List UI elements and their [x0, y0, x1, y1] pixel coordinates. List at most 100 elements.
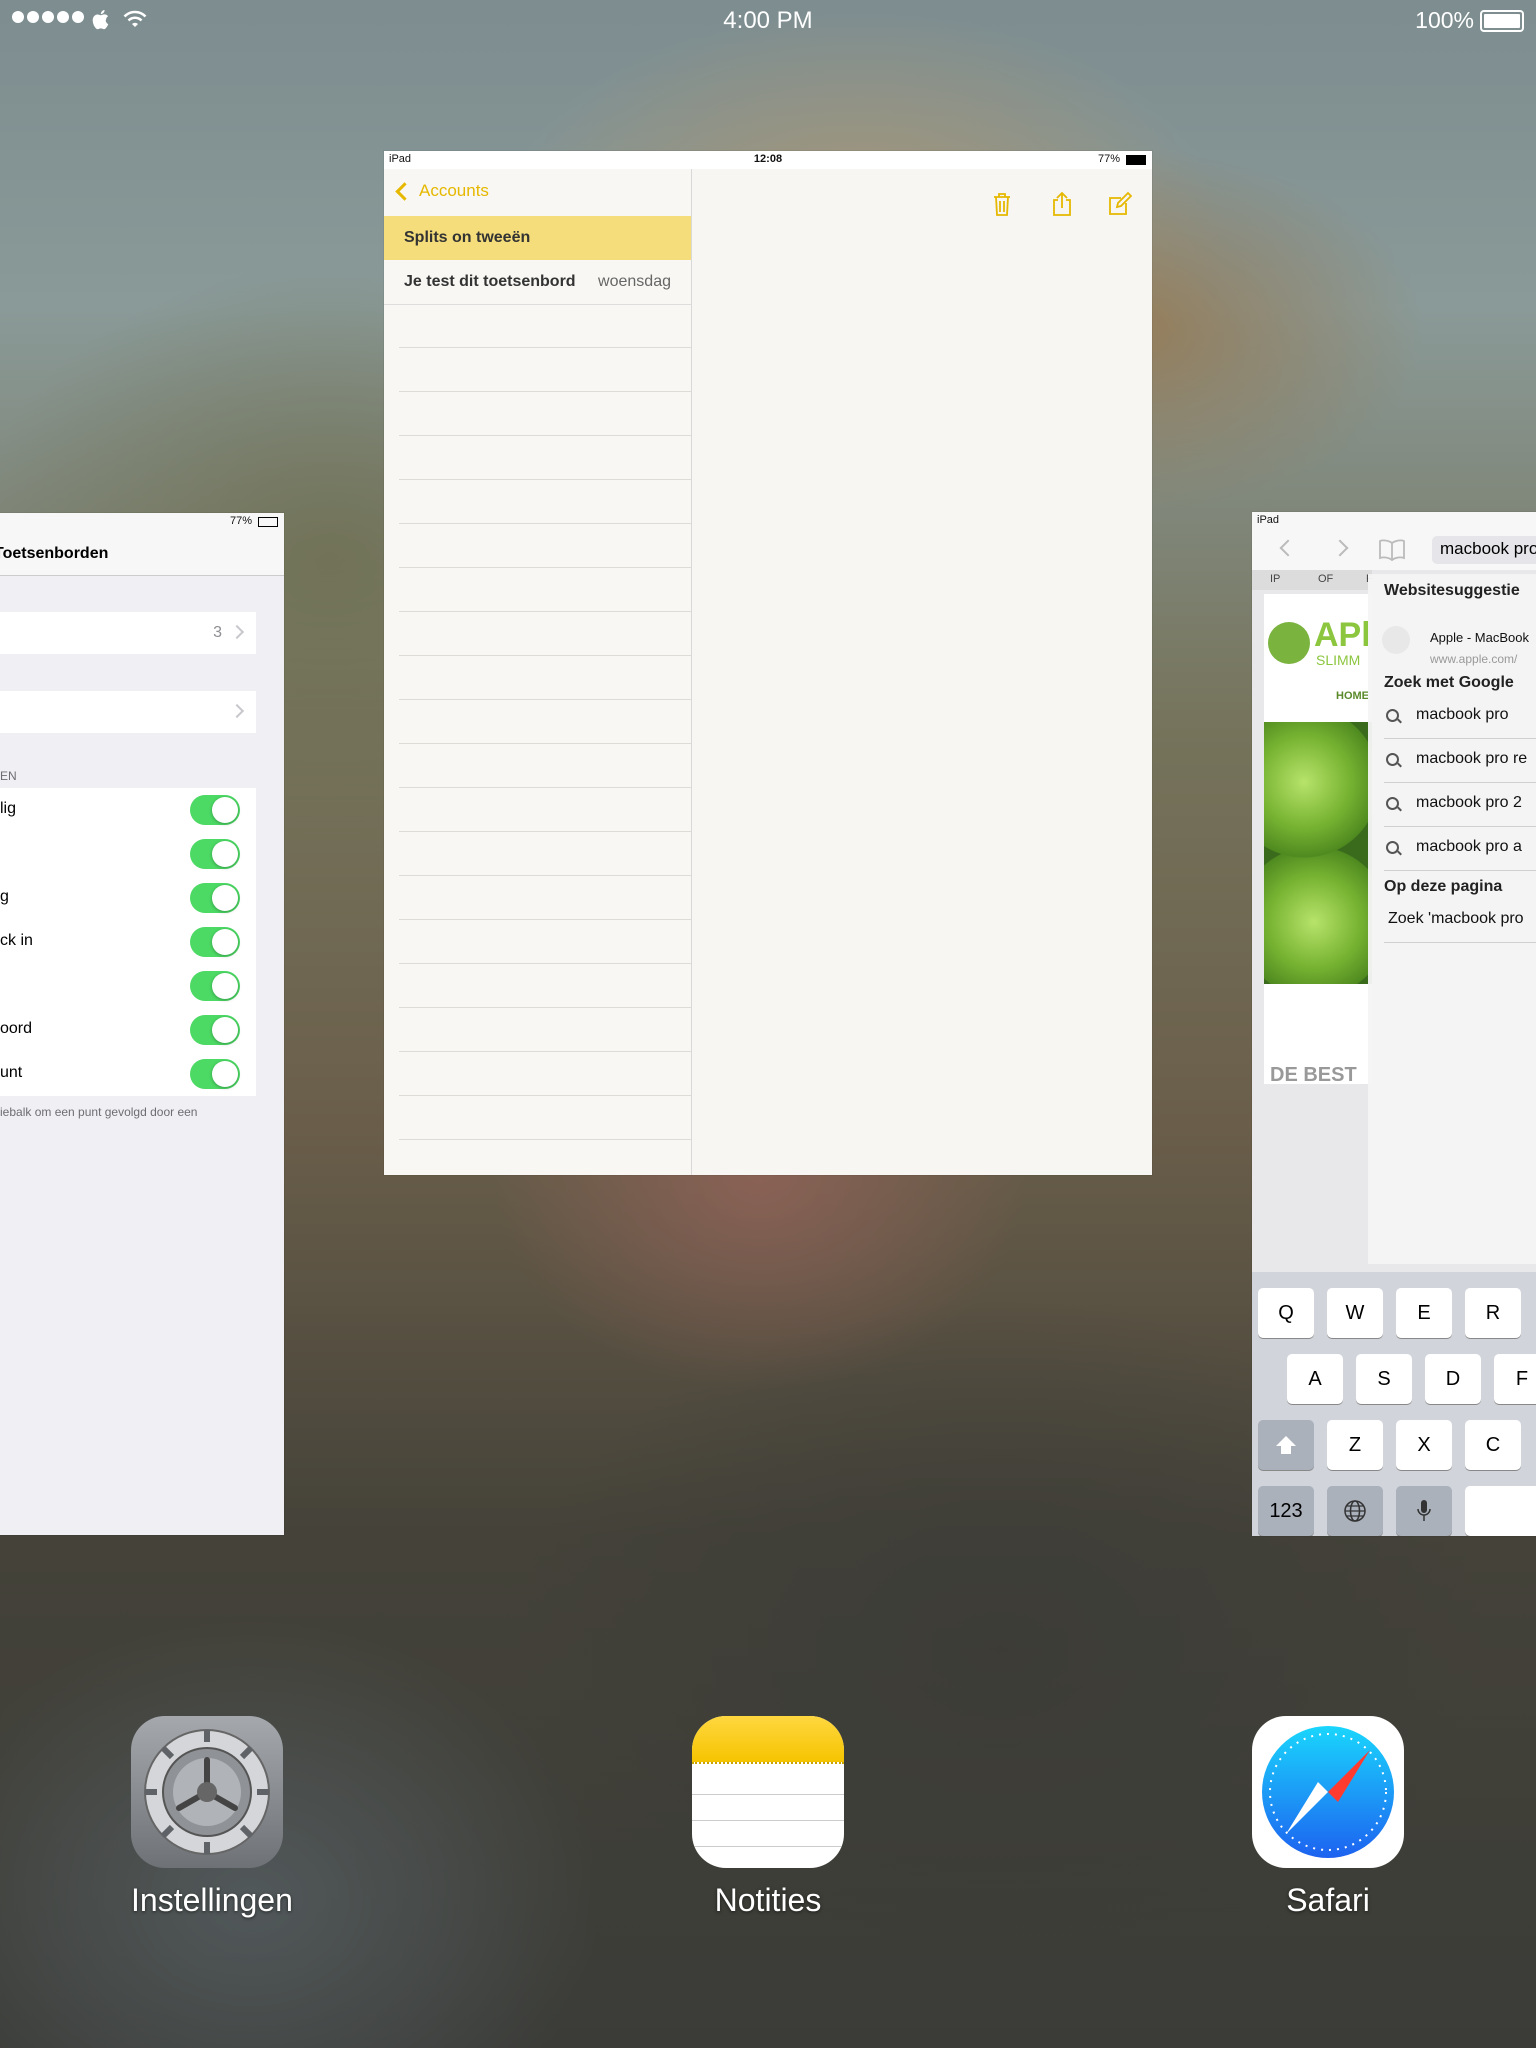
microphone-icon — [1417, 1500, 1431, 1521]
safari-compass-icon — [1252, 1716, 1404, 1868]
battery-percent: 100% — [1415, 7, 1474, 33]
status-bar: 4:00 PM 100% — [0, 0, 1536, 40]
app-settings[interactable]: Instellingen — [131, 1716, 293, 1919]
toggle-row — [0, 832, 256, 876]
mini-battery-percent: 77% — [1097, 153, 1120, 165]
notes-app-card[interactable]: iPad 12:08 77% Accounts Splits on tweeën… — [384, 151, 1152, 1175]
mini-time: 12:08 — [753, 153, 783, 165]
toggle-row: lig — [0, 788, 256, 832]
toggle-row: unt — [0, 1052, 256, 1096]
dictation-key[interactable] — [1396, 1486, 1452, 1536]
search-icon — [1386, 709, 1399, 722]
notes-list-nav: Accounts — [384, 169, 691, 215]
mini-device-label: iPad — [1257, 514, 1280, 526]
accounts-back-button[interactable]: Accounts — [395, 181, 489, 201]
battery-status: 100% — [1415, 7, 1524, 34]
settings-keyboards-row[interactable]: 3 — [0, 612, 256, 654]
trash-icon[interactable] — [990, 191, 1014, 217]
toggle-switch[interactable] — [190, 971, 240, 1001]
chevron-left-icon — [395, 181, 414, 201]
google-suggestion[interactable]: macbook pro a — [1384, 826, 1536, 871]
app-notes[interactable]: Notities — [692, 1716, 844, 1919]
green-apples-image — [1264, 722, 1372, 984]
note-item-selected[interactable]: Splits on tweeën — [384, 216, 691, 260]
key-f[interactable]: F — [1494, 1354, 1536, 1404]
bookmarks-icon[interactable] — [1378, 538, 1406, 562]
safari-mini-status: iPad — [1252, 512, 1536, 530]
site-suggestion-title[interactable]: Apple - MacBook — [1430, 630, 1529, 645]
note-detail-pane[interactable] — [692, 169, 1152, 1175]
search-icon — [1386, 841, 1399, 854]
globe-key[interactable] — [1327, 1486, 1383, 1536]
toggle-switch[interactable] — [190, 927, 240, 957]
app-safari[interactable]: Safari — [1252, 1716, 1404, 1919]
settings-app-card[interactable]: 77% Toetsenborden 3 EN lig g ck in oord … — [0, 513, 284, 1535]
toggle-switch[interactable] — [190, 1059, 240, 1089]
numbers-key[interactable]: 123 — [1258, 1486, 1314, 1536]
toggle-switch[interactable] — [190, 1015, 240, 1045]
settings-gear-icon — [131, 1716, 283, 1868]
chevron-right-icon — [229, 624, 245, 640]
shift-key[interactable] — [1258, 1420, 1314, 1470]
key-w[interactable]: W — [1327, 1288, 1383, 1338]
back-arrow-icon[interactable] — [1279, 539, 1297, 557]
notes-list-ruled-lines — [399, 304, 691, 1155]
key-a[interactable]: A — [1287, 1354, 1343, 1404]
google-suggestion[interactable]: macbook pro re — [1384, 738, 1536, 783]
settings-footnote: iebalk om een punt gevolgd door een — [0, 1105, 198, 1119]
toggle-switch[interactable] — [190, 795, 240, 825]
note-title: Je test dit toetsenbord — [404, 273, 576, 290]
toggle-row: g — [0, 876, 256, 920]
note-title: Splits on tweeën — [404, 229, 531, 246]
notes-list-pane: Accounts Splits on tweeën Je test dit to… — [384, 169, 692, 1175]
settings-row[interactable] — [0, 691, 256, 733]
key-e[interactable]: E — [1396, 1288, 1452, 1338]
web-home-link[interactable]: HOME — [1336, 690, 1369, 702]
key-s[interactable]: S — [1356, 1354, 1412, 1404]
key-x[interactable]: X — [1396, 1420, 1452, 1470]
web-bottom-text: DE BEST — [1270, 1064, 1357, 1086]
tab-label[interactable]: OF — [1318, 573, 1333, 585]
app-label: Notities — [714, 1882, 822, 1918]
battery-icon — [1480, 9, 1524, 32]
accounts-back-label: Accounts — [419, 181, 489, 200]
space-key[interactable] — [1465, 1486, 1536, 1536]
settings-mini-status: 77% — [0, 513, 284, 531]
key-z[interactable]: Z — [1327, 1420, 1383, 1470]
forward-arrow-icon[interactable] — [1331, 539, 1349, 557]
toggle-switch[interactable] — [190, 839, 240, 869]
find-on-page-row[interactable]: Zoek 'macbook pro — [1384, 898, 1536, 943]
share-icon[interactable] — [1050, 191, 1074, 217]
safari-tabs: IP OF F — [1252, 570, 1373, 590]
google-suggestion[interactable]: macbook pro — [1384, 694, 1536, 739]
notes-mini-status: iPad 12:08 77% — [384, 151, 1152, 169]
key-d[interactable]: D — [1425, 1354, 1481, 1404]
toggle-switch[interactable] — [190, 883, 240, 913]
compose-icon[interactable] — [1108, 191, 1132, 217]
google-suggestion[interactable]: macbook pro 2 — [1384, 782, 1536, 827]
suggest-header-google: Zoek met Google — [1384, 674, 1514, 691]
webpage-content: APl SLIMM HOME DE BEST — [1264, 594, 1372, 1086]
apple-logo-icon — [1268, 622, 1310, 664]
app-label: Safari — [1286, 1882, 1370, 1918]
app-label: Instellingen — [131, 1882, 293, 1918]
key-q[interactable]: Q — [1258, 1288, 1314, 1338]
search-icon — [1386, 797, 1399, 810]
mini-battery-icon — [1126, 155, 1146, 165]
search-icon — [1386, 753, 1399, 766]
tab-label[interactable]: IP — [1270, 573, 1280, 585]
toggle-row: oord — [0, 1008, 256, 1052]
site-suggestion-url: www.apple.com/ — [1430, 652, 1518, 666]
keyboards-count: 3 — [213, 624, 222, 641]
toggle-row — [0, 964, 256, 1008]
globe-icon — [1344, 1500, 1366, 1522]
safari-app-card[interactable]: iPad macbook pro IP OF F APl SLIMM HOME … — [1252, 512, 1536, 1536]
key-c[interactable]: C — [1465, 1420, 1521, 1470]
address-bar[interactable]: macbook pro — [1432, 536, 1536, 564]
suggest-header-page: Op deze pagina — [1384, 878, 1503, 895]
search-suggestions: Websitesuggestie Apple - MacBook www.app… — [1368, 574, 1536, 1264]
status-time: 4:00 PM — [723, 7, 813, 34]
toggle-row: ck in — [0, 920, 256, 964]
key-r[interactable]: R — [1465, 1288, 1521, 1338]
note-item[interactable]: Je test dit toetsenbord woensdag — [384, 260, 691, 305]
